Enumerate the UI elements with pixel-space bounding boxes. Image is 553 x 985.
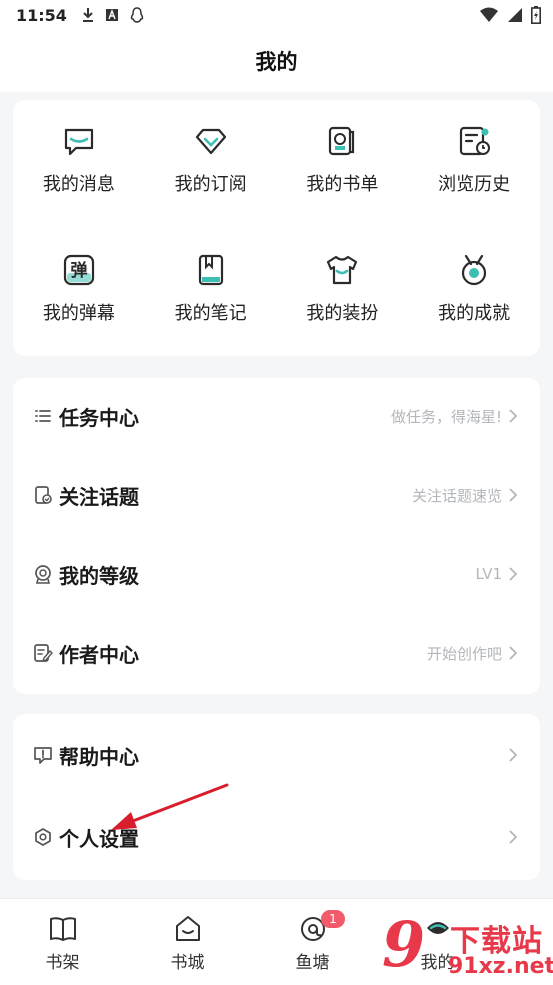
grid-label: 我的书单 [306,174,379,195]
danmaku-icon: 弹 [63,254,94,286]
tab-label: 鱼塘 [295,953,330,973]
menu-row-personal-settings[interactable]: 个人设置 [13,812,540,862]
menu-row-right: 关注话题速览 [412,485,518,506]
menu-row-right [508,748,518,762]
booklist-icon [329,126,355,156]
chevron-right-icon [509,567,518,581]
status-icons-left [81,6,145,24]
menu-row-followed-topics[interactable]: 关注话题 关注话题速览 [13,470,540,520]
signal-icon [508,8,522,22]
menu-row-my-level[interactable]: 我的等级 LV1 [13,549,540,599]
notes-icon [198,254,223,286]
chevron-right-icon [509,748,518,762]
annotation-arrow-icon [111,783,229,830]
grid-item-outfit[interactable]: 我的装扮 [277,253,409,353]
grid-item-notes[interactable]: 我的笔记 [145,253,277,353]
grid-label: 我的弹幕 [42,303,115,324]
history-icon [460,126,491,156]
menu-row-title: 作者中心 [59,642,139,667]
tab-label: 书架 [45,953,80,973]
menu-row-task-center[interactable]: 任务中心 做任务，得海星! [13,391,540,441]
menu-row-hint: 关注话题速览 [411,486,502,505]
wifi-icon [480,7,498,22]
danmaku-glyph: 弹 [70,260,87,281]
battery-icon [531,6,541,24]
chevron-right-icon [509,830,518,844]
grid-label: 我的笔记 [174,303,247,324]
menu-row-title: 我的等级 [59,563,139,588]
settings-icon [35,828,51,846]
shortcut-row-1: 我的消息 我的订阅 我的书单 浏览历史 [13,124,540,224]
author-icon [34,644,53,663]
grid-item-booklist[interactable]: 我的书单 [277,124,409,224]
status-icons-right [479,6,541,24]
topic-icon [35,486,52,504]
shortcut-grid-card: 我的消息 我的订阅 我的书单 浏览历史 弹 我的弹幕 我的笔记 我的装扮 我的成… [13,100,540,356]
menu-row-right [508,830,518,844]
menu-row-right: 开始创作吧 [427,643,518,664]
bookstore-icon [175,916,200,941]
grid-label: 我的装扮 [306,303,379,324]
qq-icon [130,7,144,23]
achievement-icon [462,254,487,286]
watermark-number: 9 [382,908,426,981]
menu-row-title: 帮助中心 [59,744,139,769]
menu-card-1: 任务中心 做任务，得海星! 关注话题 关注话题速览 我的等级 LV1 作者中心 … [13,378,540,694]
grid-item-messages[interactable]: 我的消息 [13,124,145,224]
page-title: 我的 [255,50,298,74]
grid-label: 浏览历史 [438,174,511,195]
menu-row-author-center[interactable]: 作者中心 开始创作吧 [13,628,540,678]
level-icon [35,565,51,584]
font-a-icon [105,9,118,21]
watermark-text-bottom: 91xz.net [448,954,553,979]
menu-row-title: 关注话题 [59,484,139,509]
notification-badge: 1 [321,910,345,928]
grid-item-subscription[interactable]: 我的订阅 [145,124,277,224]
menu-row-hint: 做任务，得海星! [390,407,502,426]
watermark-logo: 9 下载站 91xz.net [382,908,553,982]
grid-item-achievement[interactable]: 我的成就 [408,253,540,353]
menu-row-hint: LV1 [475,565,502,583]
list-icon [35,410,51,422]
tab-bookstore[interactable]: 书城 [125,899,250,985]
shortcut-row-2: 弹 我的弹幕 我的笔记 我的装扮 我的成就 [13,253,540,353]
menu-card-2: 帮助中心 个人设置 [13,714,540,880]
help-icon [34,747,52,764]
tab-fishpond[interactable]: 1 鱼塘 [250,899,375,985]
chevron-right-icon [509,646,518,660]
menu-row-right: LV1 [475,565,518,583]
grid-label: 我的订阅 [174,174,247,195]
tab-label: 书城 [170,953,205,973]
page-header: 我的 [0,30,553,92]
tab-bookshelf[interactable]: 书架 [0,899,125,985]
subscription-icon [195,128,226,155]
download-icon [82,8,93,22]
menu-row-title: 任务中心 [59,405,139,430]
status-time: 11:54 [16,5,67,25]
bookshelf-icon [49,917,76,941]
grid-label: 我的消息 [42,174,115,195]
outfit-icon [327,255,358,285]
status-bar: 11:54 [0,0,553,30]
grid-item-history[interactable]: 浏览历史 [408,124,540,224]
chevron-right-icon [509,409,518,423]
menu-row-help-center[interactable]: 帮助中心 [13,730,540,780]
menu-row-hint: 开始创作吧 [426,644,502,663]
chevron-right-icon [509,488,518,502]
message-icon [64,128,93,156]
grid-item-danmaku[interactable]: 弹 我的弹幕 [13,253,145,353]
menu-row-right: 做任务，得海星! [391,406,518,427]
grid-label: 我的成就 [438,303,511,324]
